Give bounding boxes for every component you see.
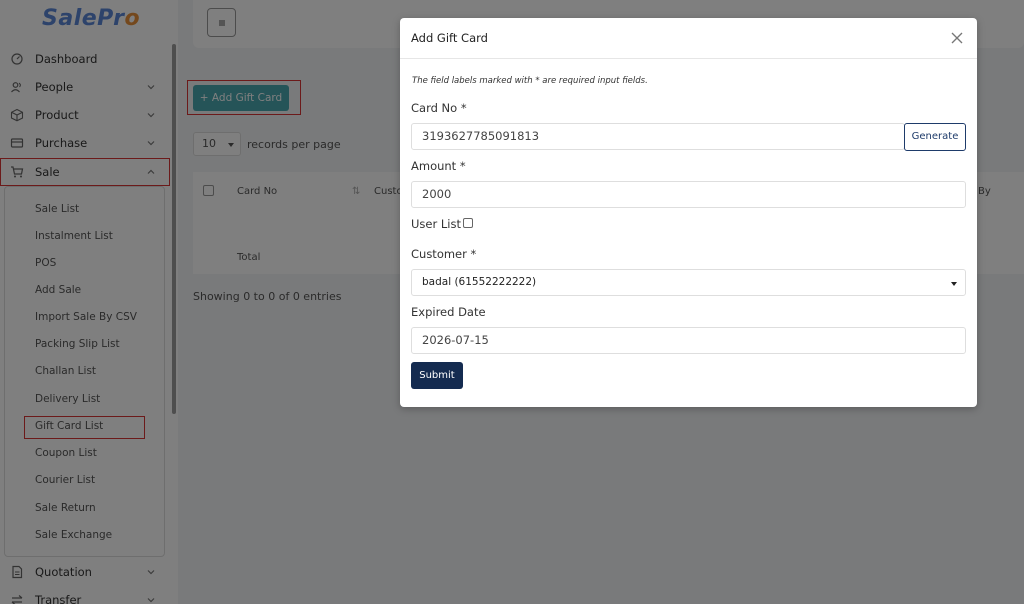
close-icon[interactable] [950,31,964,45]
amount-label: Amount * [411,159,466,173]
modal-header: Add Gift Card [400,18,977,59]
generate-button[interactable]: Generate [904,123,966,151]
add-gift-card-modal: Add Gift Card The field labels marked wi… [400,18,977,407]
modal-title: Add Gift Card [411,31,488,45]
user-list-checkbox[interactable] [463,218,473,228]
expired-date-label: Expired Date [411,305,486,319]
user-list-label: User List [411,217,461,231]
caret-down-icon [951,282,957,286]
expired-date-input[interactable]: 2026-07-15 [411,327,966,354]
card-no-label: Card No * [411,101,467,115]
customer-select[interactable]: badal (61552222222) [411,269,966,296]
submit-button[interactable]: Submit [411,362,463,389]
amount-input[interactable]: 2000 [411,181,966,208]
customer-select-value: badal (61552222222) [422,276,537,288]
customer-label: Customer * [411,247,477,261]
card-no-input[interactable]: 3193627785091813 [411,123,905,150]
required-fields-note: The field labels marked with * are requi… [412,76,648,86]
